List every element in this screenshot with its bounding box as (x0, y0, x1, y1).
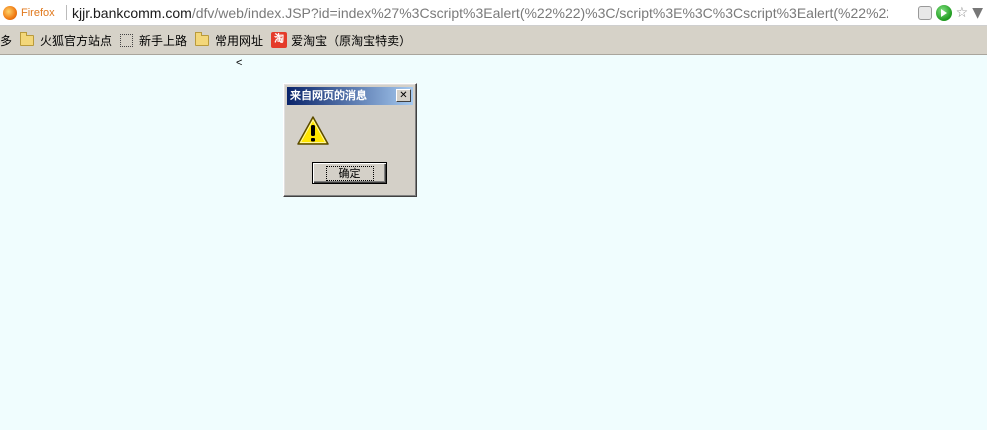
bookmarks-overflow-button[interactable]: 多 (0, 30, 12, 50)
warning-icon (297, 116, 329, 145)
url-host: kjjr.bankcomm.com (72, 5, 192, 21)
url-bar-icons: ☆ ▼ (914, 3, 987, 23)
bookmark-item[interactable]: 新手上路 (120, 30, 187, 50)
close-button[interactable]: ✕ (396, 89, 411, 102)
brand-label: Firefox (21, 7, 55, 19)
bookmark-item[interactable]: 常用网址 (195, 30, 263, 50)
ok-button[interactable]: 确定 (312, 162, 387, 184)
url-input[interactable]: kjjr.bankcomm.com/dfv/web/index.JSP?id=i… (72, 4, 888, 22)
site-info-icon[interactable] (917, 6, 932, 20)
stray-text: < (236, 57, 243, 69)
go-icon[interactable] (935, 5, 952, 21)
url-bar[interactable]: Firefox kjjr.bankcomm.com/dfv/web/index.… (0, 0, 987, 26)
bookmarks-toolbar: 多 火狐官方站点 新手上路 常用网址 淘 爱淘宝（原淘宝特卖） (0, 26, 987, 55)
bookmark-item[interactable]: 淘 爱淘宝（原淘宝特卖） (271, 30, 411, 50)
bookmark-label: 火狐官方站点 (40, 33, 113, 48)
folder-icon (20, 31, 35, 46)
page-icon (120, 33, 134, 47)
page-content: < (0, 55, 987, 430)
alert-dialog: 来自网页的消息 ✕ 确定 (283, 83, 417, 197)
ok-button-label: 确定 (325, 165, 374, 181)
firefox-logo-icon (3, 6, 17, 20)
taobao-icon: 淘 (271, 32, 288, 48)
bookmark-label: 常用网址 (215, 33, 264, 48)
history-dropdown-icon[interactable]: ▼ (972, 5, 983, 21)
bookmark-label: 新手上路 (139, 33, 188, 48)
folder-icon (195, 31, 210, 46)
dialog-title: 来自网页的消息 (290, 89, 367, 102)
bookmark-item[interactable]: 火狐官方站点 (20, 30, 112, 50)
dialog-titlebar[interactable]: 来自网页的消息 ✕ (287, 87, 413, 105)
bookmark-label: 爱淘宝（原淘宝特卖） (291, 33, 412, 48)
identity-badge[interactable]: Firefox (3, 4, 55, 22)
bookmark-star-icon[interactable]: ☆ (956, 5, 969, 21)
url-separator (66, 5, 67, 20)
url-path: /dfv/web/index.JSP?id=index%27%3Cscript%… (191, 5, 888, 21)
close-icon: ✕ (399, 90, 408, 101)
